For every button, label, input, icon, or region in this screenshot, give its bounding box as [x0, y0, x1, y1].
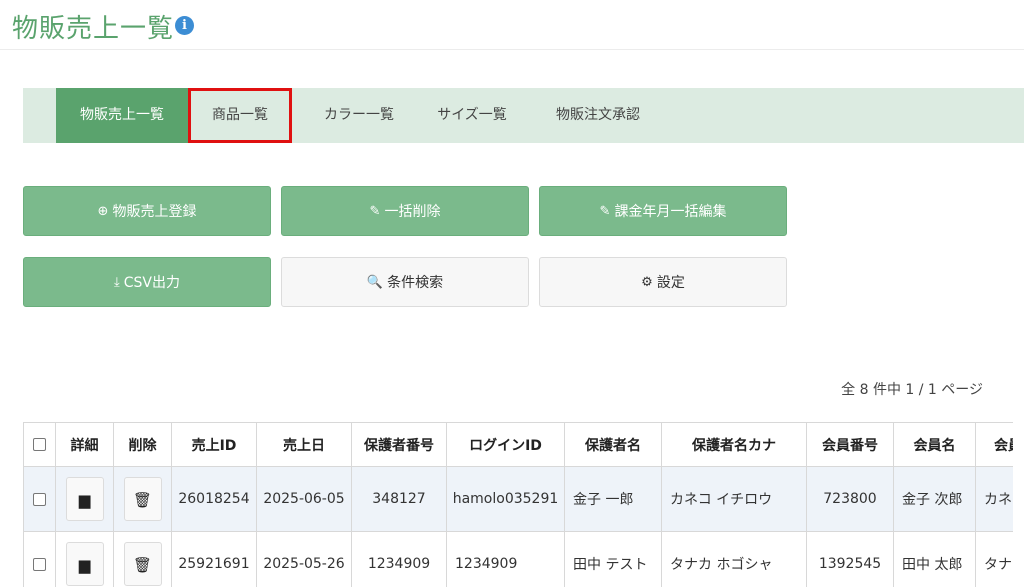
select-all-checkbox[interactable] [33, 438, 46, 451]
pencil-icon: ✎ [369, 203, 381, 219]
paging-info: 全 8 件中 1 / 1 ページ [841, 382, 983, 398]
document-icon[interactable]: ▆ [65, 542, 104, 586]
guardian-kana-cell: カネコ イチロウ [661, 466, 807, 532]
register-sale-label: 物販売上登録 [112, 204, 197, 220]
select-all-cell[interactable] [23, 422, 56, 467]
detail-cell: ▆ [55, 466, 114, 532]
col-header-sale-date[interactable]: 売上日 [256, 422, 352, 467]
guardian-number-cell: 348127 [351, 466, 447, 532]
login-id-cell: 1234909 [446, 531, 565, 587]
table-header-row: 詳細 削除 売上ID 売上日 保護者番号 ログインID 保護者名 保護者名カナ … [23, 422, 1013, 467]
tab-color-list[interactable]: カラー一覧 [299, 88, 419, 143]
condition-search-button[interactable]: 🔍 条件検索 [281, 257, 529, 307]
delete-cell: 🗑 [113, 531, 172, 587]
member-kana-cell: タナカ [975, 531, 1013, 587]
register-sale-button[interactable]: ⊕ 物販売上登録 [23, 186, 271, 236]
guardian-name-cell: 田中 テスト [564, 531, 662, 587]
info-icon[interactable]: i [175, 16, 194, 35]
row-select-cell[interactable] [23, 531, 56, 587]
table-row: ▆ 🗑 25921691 2025-05-26 1234909 1234909 … [23, 531, 1013, 587]
sale-date-cell: 2025-06-05 [256, 466, 352, 532]
page-header: 物販売上一覧 i [0, 0, 1024, 50]
table-row: ▆ 🗑 26018254 2025-06-05 348127 hamolo035… [23, 466, 1013, 532]
guardian-name-cell: 金子 一郎 [564, 466, 662, 532]
login-id-cell: hamolo035291 [446, 466, 565, 532]
member-number-cell: 1392545 [806, 531, 894, 587]
sales-table-wrapper[interactable]: 詳細 削除 売上ID 売上日 保護者番号 ログインID 保護者名 保護者名カナ … [23, 422, 1013, 587]
bulk-edit-billing-button[interactable]: ✎ 課金年月一括編集 [539, 186, 787, 236]
csv-export-label: CSV出力 [123, 275, 180, 291]
search-icon: 🔍 [366, 274, 384, 290]
col-header-guardian-name[interactable]: 保護者名 [564, 422, 662, 467]
plus-circle-icon: ⊕ [97, 203, 109, 219]
tab-order-approval[interactable]: 物販注文承認 [538, 88, 658, 143]
sale-id-cell: 25921691 [171, 531, 257, 587]
document-icon[interactable]: ▆ [65, 477, 104, 521]
row-checkbox[interactable] [33, 557, 46, 571]
col-header-guardian-number[interactable]: 保護者番号 [351, 422, 447, 467]
guardian-number-cell: 1234909 [351, 531, 447, 587]
member-number-cell: 723800 [806, 466, 894, 532]
trash-icon[interactable]: 🗑 [123, 477, 162, 521]
sale-id-cell: 26018254 [171, 466, 257, 532]
member-name-cell: 金子 次郎 [893, 466, 976, 532]
col-header-delete: 削除 [113, 422, 172, 467]
delete-cell: 🗑 [113, 466, 172, 532]
member-kana-cell: カネコ [975, 466, 1013, 532]
tab-size-list[interactable]: サイズ一覧 [421, 88, 523, 143]
col-header-member-name[interactable]: 会員名 [893, 422, 976, 467]
detail-cell: ▆ [55, 531, 114, 587]
bulk-delete-label: 一括削除 [384, 204, 441, 220]
bulk-edit-billing-label: 課金年月一括編集 [614, 204, 727, 220]
page-title: 物販売上一覧 [12, 14, 175, 44]
bulk-delete-button[interactable]: ✎ 一括削除 [281, 186, 529, 236]
col-header-detail: 詳細 [55, 422, 114, 467]
settings-button[interactable]: ⚙ 設定 [539, 257, 787, 307]
pencil-icon: ✎ [599, 203, 611, 219]
col-header-guardian-kana[interactable]: 保護者名カナ [661, 422, 807, 467]
col-header-sale-id[interactable]: 売上ID [171, 422, 257, 467]
condition-search-label: 条件検索 [387, 275, 444, 291]
row-checkbox[interactable] [33, 492, 46, 506]
settings-label: 設定 [656, 275, 685, 291]
tab-product-list[interactable]: 商品一覧 [188, 88, 292, 143]
col-header-login-id[interactable]: ログインID [446, 422, 565, 467]
trash-icon[interactable]: 🗑 [123, 542, 162, 586]
col-header-member-more[interactable]: 会員 [975, 422, 1013, 467]
col-header-member-number[interactable]: 会員番号 [806, 422, 894, 467]
tab-bar: 物販売上一覧 商品一覧 カラー一覧 サイズ一覧 物販注文承認 [23, 88, 1024, 143]
csv-export-button[interactable]: ⤓ CSV出力 [23, 257, 271, 307]
guardian-kana-cell: タナカ ホゴシャ [661, 531, 807, 587]
gear-icon: ⚙ [641, 274, 653, 290]
sale-date-cell: 2025-05-26 [256, 531, 352, 587]
member-name-cell: 田中 太郎 [893, 531, 976, 587]
row-select-cell[interactable] [23, 466, 56, 532]
download-icon: ⤓ [114, 274, 120, 290]
sales-table: 詳細 削除 売上ID 売上日 保護者番号 ログインID 保護者名 保護者名カナ … [23, 422, 1013, 587]
tab-sales-list[interactable]: 物販売上一覧 [56, 88, 188, 143]
